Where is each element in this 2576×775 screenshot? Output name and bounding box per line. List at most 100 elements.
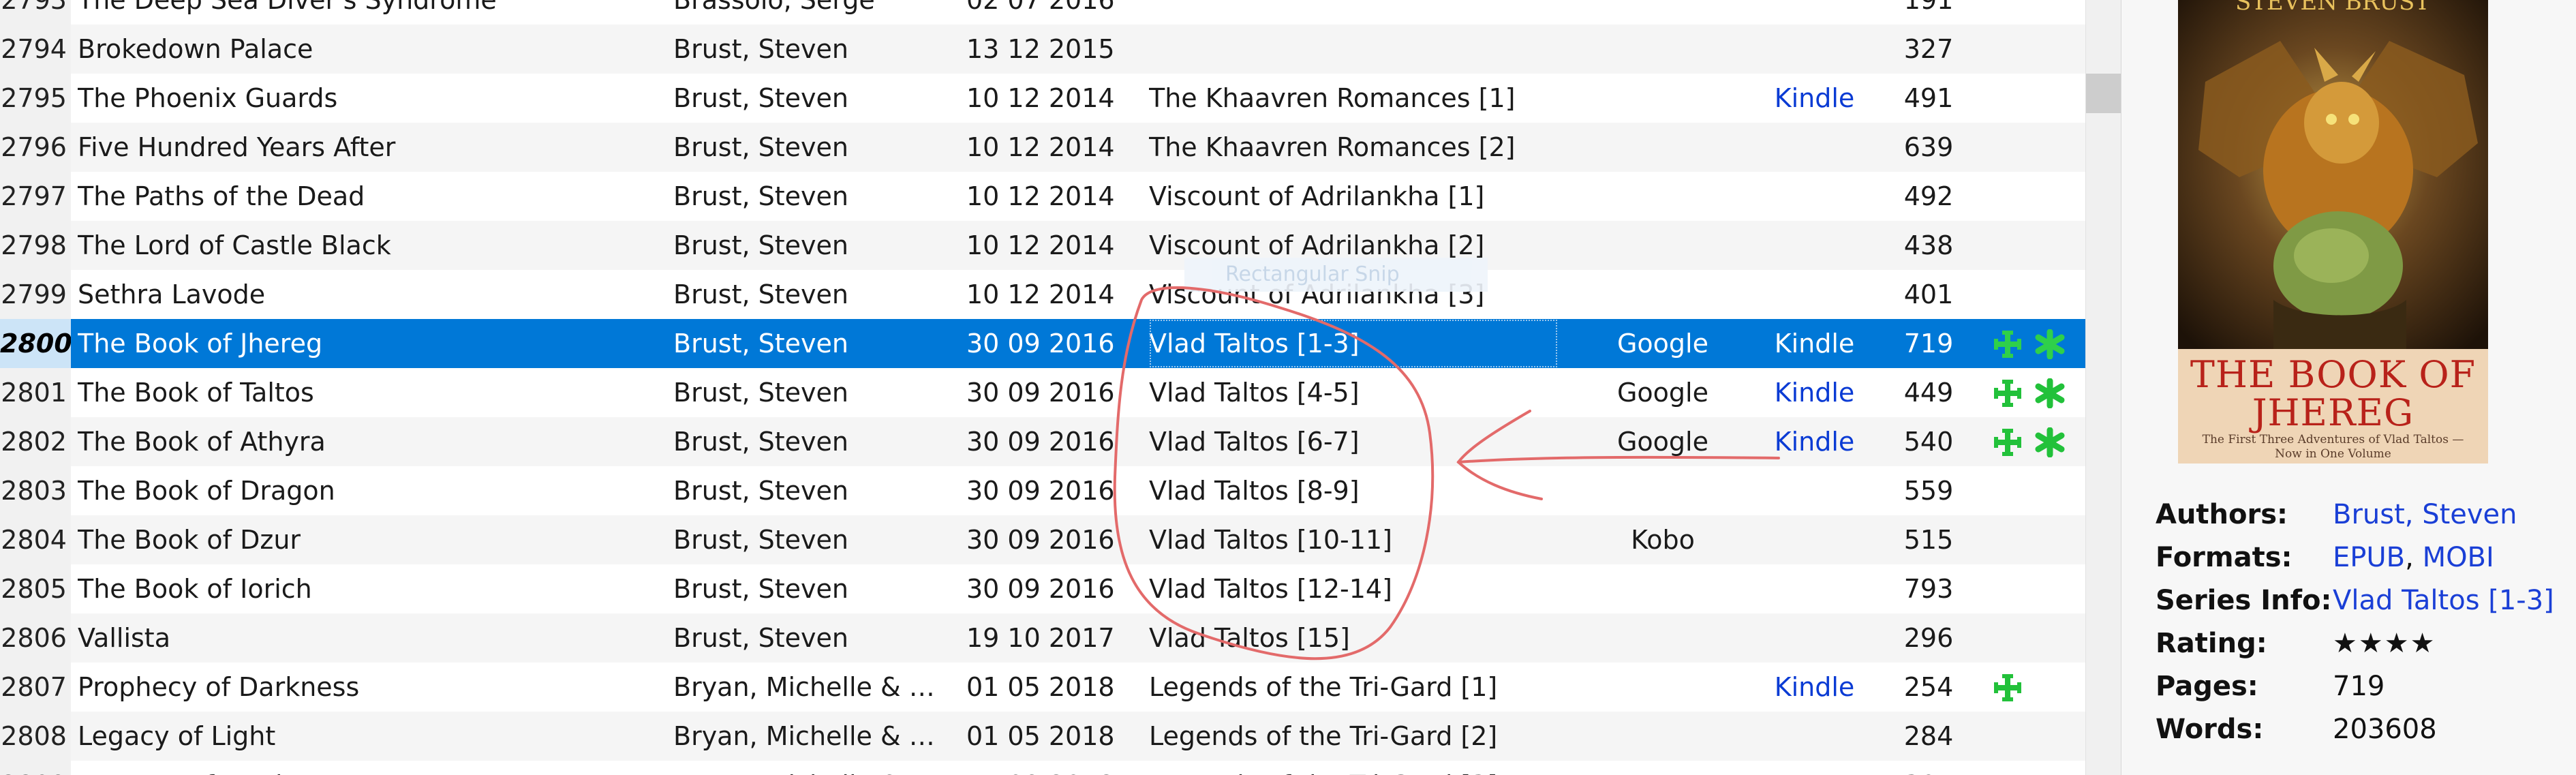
row-date: 10 12 2014 xyxy=(966,230,1115,260)
table-row[interactable]: 2804 The Book of Dzur Brust, Steven 30 09 2… xyxy=(0,515,2085,564)
row-title: The Phoenix Guards xyxy=(78,83,338,113)
cover-title-block: THE BOOK OF JHEREG The First Three Adven… xyxy=(2178,349,2488,464)
format-mobi-link[interactable]: MOBI xyxy=(2423,542,2494,573)
row-store[interactable]: Google xyxy=(1567,417,1758,466)
series-link[interactable]: Vlad Taltos [1-3] xyxy=(2333,585,2554,616)
row-date: 30 09 2016 xyxy=(966,574,1115,604)
row-kindle[interactable]: Kindle xyxy=(1758,663,1871,712)
row-store[interactable]: Google xyxy=(1567,368,1758,417)
row-date: 01 05 2018 xyxy=(966,672,1115,702)
row-id: 2800 xyxy=(0,319,71,368)
row-author: Brust, Steven xyxy=(673,279,848,309)
row-date: 19 10 2017 xyxy=(966,623,1115,653)
table-row[interactable]: 2808 Legacy of Light Bryan, Michelle & … 01… xyxy=(0,712,2085,761)
format-separator: , xyxy=(2405,542,2423,573)
table-row[interactable]: 2802 The Book of Athyra Brust, Steven 30 09… xyxy=(0,417,2085,466)
row-status-icons xyxy=(1990,123,2085,172)
scrollbar-thumb[interactable] xyxy=(2086,74,2121,113)
row-store[interactable]: Kobo xyxy=(1567,515,1758,564)
row-author: Brust, Steven xyxy=(673,329,848,359)
row-id: 2805 xyxy=(0,564,71,613)
row-store[interactable]: Google xyxy=(1567,319,1758,368)
row-author: Brust, Steven xyxy=(673,34,848,64)
table-row[interactable]: 2796 Five Hundred Years After Brust, Steve… xyxy=(0,123,2085,172)
row-date: 10 12 2014 xyxy=(966,279,1115,309)
table-row[interactable]: 2795 The Phoenix Guards Brust, Steven 10 12… xyxy=(0,74,2085,123)
row-pages: 719 xyxy=(1903,329,1954,359)
table-row[interactable]: 2800 The Book of Jhereg Brust, Steven 30 09… xyxy=(0,319,2085,368)
book-table: 2793 The Deep Sea Diver's Syndrome Brassol… xyxy=(0,0,2085,775)
format-epub-link[interactable]: EPUB xyxy=(2333,542,2405,573)
row-store xyxy=(1567,123,1758,172)
row-id: 2795 xyxy=(0,74,71,123)
snip-tooltip-text: Rectangular Snip xyxy=(1225,262,1400,286)
row-kindle xyxy=(1758,712,1871,761)
row-pages: 191 xyxy=(1903,0,1954,15)
table-scrollbar[interactable] xyxy=(2085,0,2121,775)
row-author: Brust, Steven xyxy=(673,427,848,457)
row-pages: 491 xyxy=(1903,83,1954,113)
authors-link[interactable]: Brust, Steven xyxy=(2333,499,2517,530)
table-row[interactable]: 2793 The Deep Sea Diver's Syndrome Brassol… xyxy=(0,0,2085,25)
cover-title-line1: THE BOOK OF xyxy=(2190,353,2477,396)
table-row[interactable]: 2798 The Lord of Castle Black Brust, Steve… xyxy=(0,221,2085,270)
row-date: 30 09 2016 xyxy=(966,378,1115,408)
row-author: Bryan, Michelle & … xyxy=(673,672,935,702)
row-date: 01 05 2018 xyxy=(966,721,1115,751)
row-pages: 559 xyxy=(1903,476,1954,506)
row-pages: 515 xyxy=(1903,525,1954,555)
row-title: Sethra Lavode xyxy=(78,279,266,309)
cover-title-line2: JHEREG xyxy=(2252,391,2414,434)
row-title: The Book of Taltos xyxy=(78,378,314,408)
row-series: Vlad Taltos [8-9] xyxy=(1149,476,1360,506)
row-id: 2806 xyxy=(0,613,71,663)
row-kindle xyxy=(1758,0,1871,25)
row-status-icons xyxy=(1990,74,2085,123)
row-title: Five Hundred Years After xyxy=(78,132,396,162)
row-kindle[interactable]: Kindle xyxy=(1758,319,1871,368)
row-date: 15 09 2018 xyxy=(966,761,1144,775)
row-title: Vallista xyxy=(78,623,170,653)
table-row[interactable]: 2799 Sethra Lavode Brust, Steven 10 12 2014… xyxy=(0,270,2085,319)
table-row[interactable]: 2801 The Book of Taltos Brust, Steven 30 09… xyxy=(0,368,2085,417)
row-store xyxy=(1567,0,1758,25)
row-store xyxy=(1567,25,1758,74)
row-series: Vlad Taltos [1-3] xyxy=(1149,319,1558,368)
row-title: The Lord of Castle Black xyxy=(78,230,391,260)
series-label: Series Info: xyxy=(2156,585,2332,616)
row-kindle xyxy=(1758,613,1871,663)
book-cover[interactable]: STEVEN BRUST THE BOOK OF JHEREG The Firs… xyxy=(2178,0,2488,464)
row-pages: 254 xyxy=(1903,672,1954,702)
row-store xyxy=(1567,74,1758,123)
row-kindle[interactable]: Kindle xyxy=(1758,368,1871,417)
table-row[interactable]: 2797 The Paths of the Dead Brust, Steven 10… xyxy=(0,172,2085,221)
row-id: 2802 xyxy=(0,417,71,466)
row-series: Legends of the Tri-Gard [2] xyxy=(1149,721,1498,751)
table-row[interactable]: 2807 Prophecy of Darkness Bryan, Michelle … xyxy=(0,663,2085,712)
row-status-icons xyxy=(1990,613,2085,663)
row-pages: 401 xyxy=(1903,279,1954,309)
table-row[interactable]: 2803 The Book of Dragon Brust, Steven 30 09… xyxy=(0,466,2085,515)
row-series: Vlad Taltos [15] xyxy=(1149,623,1350,653)
table-row[interactable]: 2805 The Book of Iorich Brust, Steven 30 09… xyxy=(0,564,2085,613)
row-store xyxy=(1567,564,1758,613)
row-kindle[interactable]: Kindle xyxy=(1758,417,1871,466)
row-author: Bryan, Michelle & … xyxy=(673,721,935,751)
row-author: Brust, Steven xyxy=(673,230,848,260)
row-kindle[interactable]: Kindle xyxy=(1758,74,1871,123)
authors-label: Authors: xyxy=(2156,499,2288,530)
row-id: 2797 xyxy=(0,172,71,221)
row-series xyxy=(1149,25,1558,74)
table-row[interactable]: 2809 Mystery of Earth Bryan, Michelle & … 1… xyxy=(0,761,2085,775)
row-kindle xyxy=(1758,25,1871,74)
table-row[interactable]: 2806 Vallista Brust, Steven 19 10 2017 Vlad … xyxy=(0,613,2085,663)
row-date: 30 09 2016 xyxy=(966,476,1115,506)
row-kindle xyxy=(1758,172,1871,221)
row-date: 30 09 2016 xyxy=(966,525,1115,555)
row-title: Brokedown Palace xyxy=(78,34,313,64)
row-series: The Khaavren Romances [2] xyxy=(1149,132,1516,162)
row-author: Brust, Steven xyxy=(673,132,848,162)
table-row[interactable]: 2794 Brokedown Palace Brust, Steven 13 12 2… xyxy=(0,25,2085,74)
row-store xyxy=(1567,761,1758,775)
row-store xyxy=(1567,221,1758,270)
